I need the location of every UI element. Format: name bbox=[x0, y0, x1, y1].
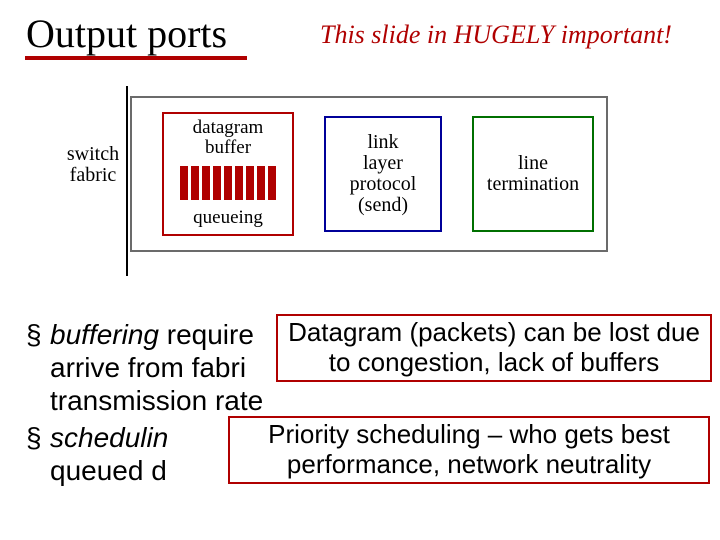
fabric-divider-line bbox=[126, 86, 128, 276]
bullet-1-emph: buffering bbox=[50, 319, 159, 350]
bullet-1-text-l1: require bbox=[159, 319, 254, 350]
link-layer-box: linklayerprotocol(send) bbox=[324, 116, 442, 232]
bullet-1-text-l2: arrive from fabri bbox=[50, 352, 246, 383]
bullet-2-text: queued d bbox=[50, 455, 167, 486]
page-title: Output ports bbox=[26, 10, 227, 57]
bullet-2-emph: schedulin bbox=[50, 422, 168, 453]
overlay-note-2: Priority scheduling – who gets best perf… bbox=[228, 416, 710, 484]
overlay-note-1: Datagram (packets) can be lost due to co… bbox=[276, 314, 712, 382]
title-underline bbox=[25, 56, 247, 60]
output-port-diagram: switchfabric datagrambuffer queueing lin… bbox=[60, 96, 608, 252]
buffer-top-label: datagrambuffer bbox=[193, 118, 264, 158]
datagram-buffer-box: datagrambuffer queueing bbox=[162, 112, 294, 236]
slide-subtitle: This slide in HUGELY important! bbox=[320, 20, 672, 50]
queue-bars-icon bbox=[180, 166, 276, 200]
line-termination-box: linetermination bbox=[472, 116, 594, 232]
switch-fabric-label: switchfabric bbox=[60, 144, 126, 186]
buffer-bottom-label: queueing bbox=[193, 208, 263, 228]
bullet-1-text-l3: transmission rate bbox=[50, 385, 263, 416]
